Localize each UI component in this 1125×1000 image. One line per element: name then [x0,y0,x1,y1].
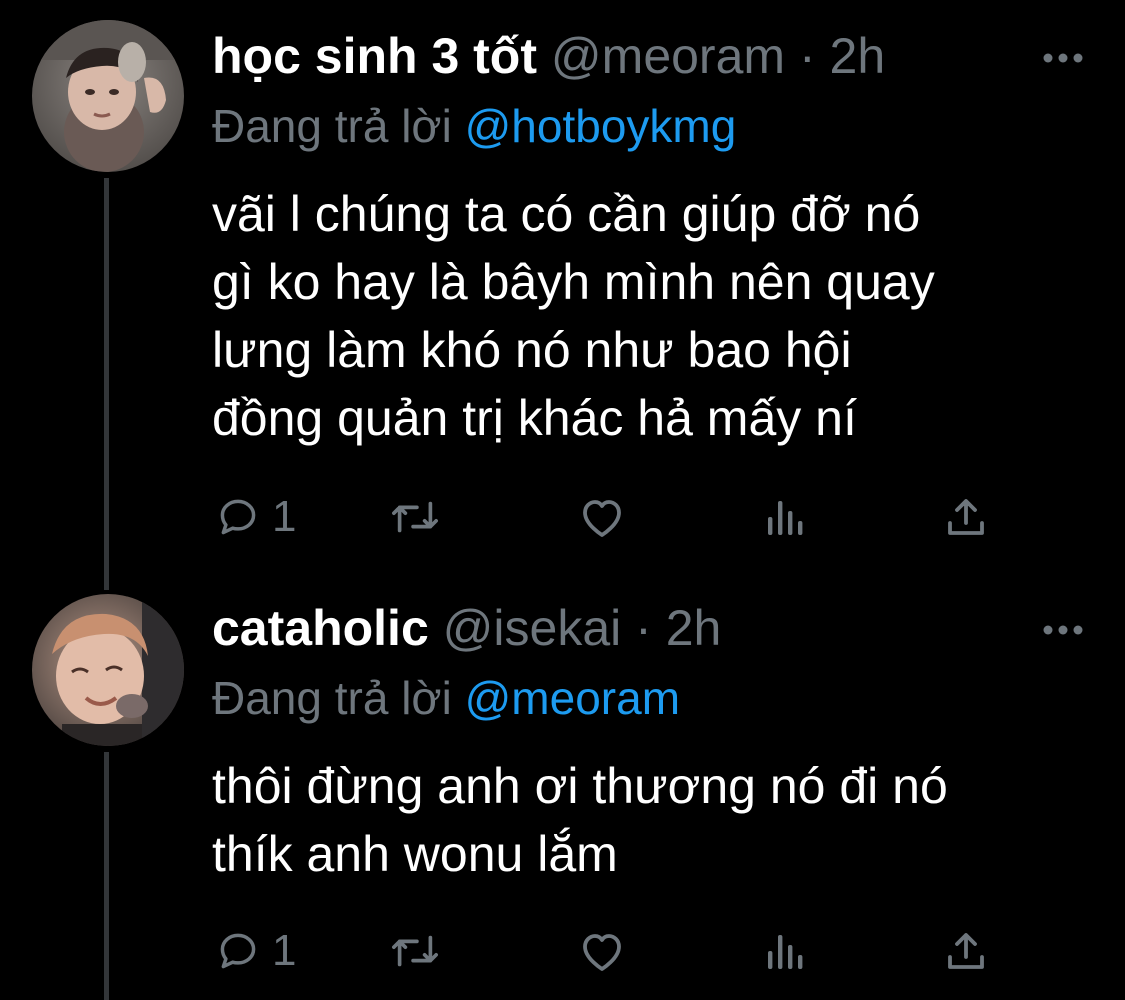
like-button[interactable] [578,492,626,542]
action-bar: 1 [212,492,1012,542]
tweet-text-line: lưng làm khó nó như bao hội [212,322,852,378]
reply-icon [220,933,256,969]
mention-link[interactable]: @meoram [465,672,680,724]
like-button[interactable] [578,926,626,976]
more-icon [1043,53,1083,63]
user-avatar-icon [32,20,184,172]
share-icon [948,499,984,535]
display-name[interactable]: học sinh 3 tốt [212,28,537,84]
more-button[interactable] [1040,620,1086,640]
reply-button[interactable]: 1 [216,492,296,542]
views-button[interactable] [764,926,808,976]
timestamp[interactable]: 2h [830,28,886,84]
replying-to: Đang trả lời @hotboykmg [212,98,736,154]
reply-count: 1 [272,492,297,541]
views-icon [768,501,803,535]
replying-prefix: Đang trả lời [212,672,452,724]
separator-dot: · [635,600,652,656]
display-name[interactable]: cataholic [212,600,429,656]
retweet-icon [392,501,438,533]
tweet-header: cataholic @isekai · 2h [212,598,721,658]
more-button[interactable] [1040,48,1086,68]
tweet-text-line: thôi đừng anh ơi thương nó đi nó [212,758,948,814]
tweet-text: thôi đừng anh ơi thương nó đi nó thík an… [212,752,1092,888]
user-handle[interactable]: @meoram [551,28,785,84]
tweet-text-line: vãi l chúng ta có cần giúp đỡ nó [212,186,921,242]
tweet-text: vãi l chúng ta có cần giúp đỡ nó gì ko h… [212,180,1092,452]
thread-line [104,178,109,590]
thread-line [104,752,109,1000]
retweet-button[interactable] [390,926,440,976]
timeline: học sinh 3 tốt @meoram · 2h Đang trả lời… [0,0,1125,1000]
views-icon [768,935,803,969]
share-button[interactable] [944,926,988,976]
tweet-header: học sinh 3 tốt @meoram · 2h [212,26,885,86]
replying-prefix: Đang trả lời [212,100,452,152]
timestamp[interactable]: 2h [666,600,722,656]
like-icon [583,500,621,537]
user-handle[interactable]: @isekai [443,600,622,656]
avatar[interactable] [32,20,184,172]
share-icon [948,933,984,969]
reply-button[interactable]: 1 [216,926,296,976]
replying-to: Đang trả lời @meoram [212,670,680,726]
tweet-text-line: đồng quản trị khác hả mấy ní [212,390,857,446]
action-bar: 1 [212,926,1012,976]
avatar[interactable] [32,594,184,746]
user-avatar-icon [32,594,184,746]
reply-count: 1 [272,926,297,975]
retweet-icon [392,935,438,967]
reply-icon [220,499,256,535]
tweet-text-line: thík anh wonu lắm [212,826,618,882]
views-button[interactable] [764,492,808,542]
retweet-button[interactable] [390,492,440,542]
more-icon [1043,625,1083,635]
like-icon [583,934,621,971]
separator-dot: · [798,28,816,84]
share-button[interactable] [944,492,988,542]
tweet-text-line: gì ko hay là bâyh mình nên quay [212,254,935,310]
mention-link[interactable]: @hotboykmg [465,100,737,152]
